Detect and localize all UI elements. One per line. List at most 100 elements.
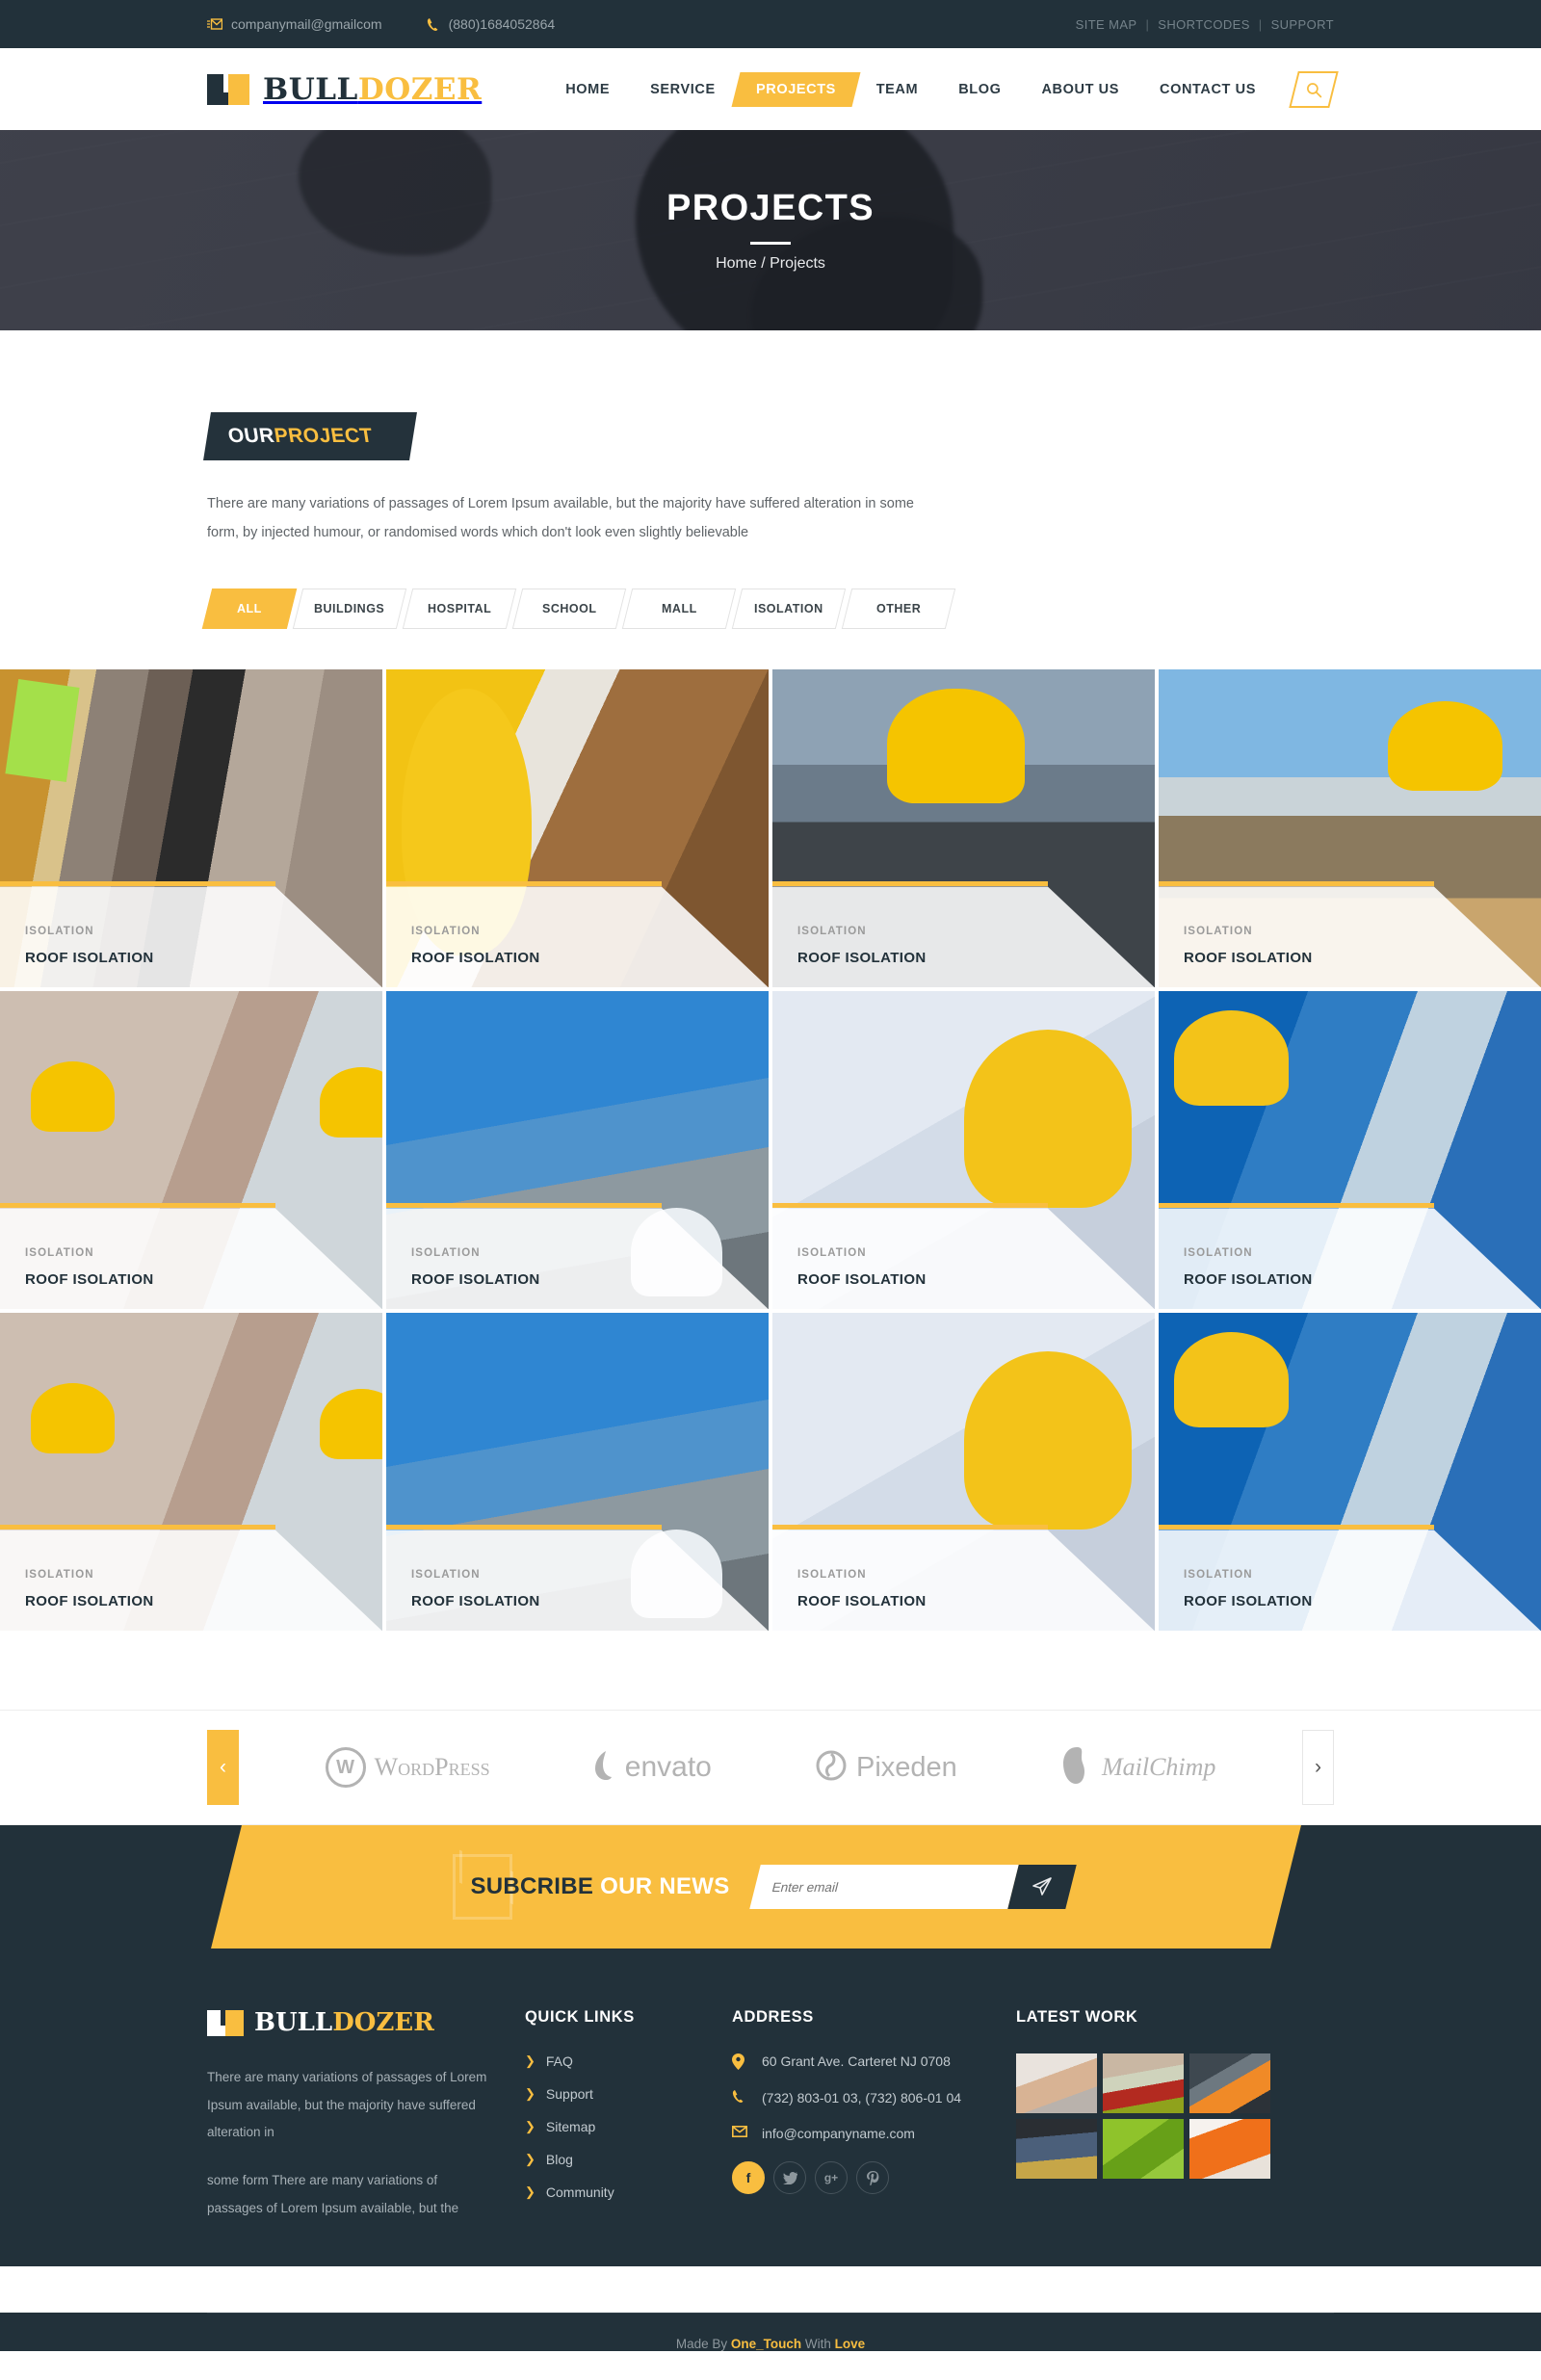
project-card[interactable]: ISOLATION ROOF ISOLATION	[1159, 1313, 1541, 1632]
quick-link-faq[interactable]: FAQ	[546, 2053, 573, 2069]
breadcrumb-home[interactable]: Home	[716, 255, 757, 272]
project-card[interactable]: ISOLATION ROOF ISOLATION	[0, 1313, 382, 1632]
project-card[interactable]: ISOLATION ROOF ISOLATION	[386, 991, 769, 1310]
projects-grid: ISOLATION ROOF ISOLATION ISOLATION ROOF …	[0, 669, 1541, 1632]
filter-isolation[interactable]: ISOLATION	[731, 588, 847, 630]
partners-next-button[interactable]: ›	[1302, 1730, 1334, 1806]
chevron-right-icon: ❯	[525, 2119, 535, 2134]
breadcrumb-current: Projects	[770, 255, 825, 272]
link-support[interactable]: SUPPORT	[1271, 17, 1334, 32]
filter-school[interactable]: SCHOOL	[511, 588, 627, 630]
chevron-right-icon: ❯	[525, 2053, 535, 2069]
project-card[interactable]: ISOLATION ROOF ISOLATION	[0, 991, 382, 1310]
footer-about-column: BULLDOZER There are many variations of p…	[207, 2008, 525, 2222]
map-pin-icon	[732, 2053, 748, 2071]
project-card[interactable]: ISOLATION ROOF ISOLATION	[772, 991, 1155, 1310]
work-thumbnail[interactable]	[1103, 2119, 1184, 2180]
footer-about-paragraph-2: some form There are many variations of p…	[207, 2173, 459, 2215]
work-thumbnail[interactable]	[1016, 2119, 1097, 2180]
quick-link-item[interactable]: ❯ Community	[525, 2184, 732, 2200]
project-card[interactable]: ISOLATION ROOF ISOLATION	[386, 669, 769, 988]
nav-item-blog[interactable]: BLOG	[938, 72, 1021, 107]
email-text: info@companyname.com	[762, 2126, 915, 2142]
project-title: ROOF ISOLATION	[797, 1271, 927, 1289]
main-navigation: HOME SERVICE PROJECTS TEAM BLOG ABOUT US…	[545, 70, 1339, 108]
project-title: ROOF ISOLATION	[25, 1593, 154, 1610]
search-button[interactable]	[1289, 70, 1339, 108]
chevron-right-icon: ❯	[525, 2184, 535, 2200]
top-email[interactable]: companymail@gmailcom	[207, 16, 382, 32]
chevron-right-icon: ❯	[525, 2152, 535, 2167]
project-card[interactable]: ISOLATION ROOF ISOLATION	[772, 669, 1155, 988]
pinterest-icon[interactable]	[856, 2161, 889, 2195]
top-links-group: SITE MAP | SHORTCODES | SUPPORT	[1076, 17, 1334, 32]
nav-item-contact-us[interactable]: CONTACT US	[1139, 72, 1276, 107]
filter-all[interactable]: ALL	[201, 588, 298, 630]
project-card[interactable]: ISOLATION ROOF ISOLATION	[386, 1313, 769, 1632]
nav-item-home[interactable]: HOME	[545, 72, 630, 107]
quick-link-item[interactable]: ❯ FAQ	[525, 2053, 732, 2069]
filter-buildings[interactable]: BUILDINGS	[292, 588, 407, 630]
nav-item-projects[interactable]: PROJECTS	[731, 71, 861, 107]
email-input[interactable]	[748, 1865, 1019, 1910]
credit-brand: One_Touch	[730, 2337, 802, 2352]
quick-link-support[interactable]: Support	[546, 2086, 593, 2102]
quick-link-item[interactable]: ❯ Sitemap	[525, 2119, 732, 2134]
quick-links-heading: QUICK LINKS	[525, 2008, 635, 2027]
project-card[interactable]: ISOLATION ROOF ISOLATION	[772, 1313, 1155, 1632]
nav-item-team[interactable]: TEAM	[856, 72, 938, 107]
top-contact-group: companymail@gmailcom (880)1684052864	[207, 16, 555, 32]
partner-logo-envato[interactable]: envato	[593, 1750, 712, 1786]
partner-logo-wordpress[interactable]: W WordPress	[325, 1747, 490, 1789]
section-heading-first: OUR	[226, 425, 276, 447]
partner-name: WordPress	[374, 1753, 490, 1782]
nav-item-about-us[interactable]: ABOUT US	[1021, 72, 1139, 107]
project-category: ISOLATION	[797, 1569, 867, 1582]
project-card[interactable]: ISOLATION ROOF ISOLATION	[1159, 669, 1541, 988]
project-title: ROOF ISOLATION	[1184, 950, 1313, 967]
project-category: ISOLATION	[797, 1247, 867, 1260]
quick-link-blog[interactable]: Blog	[546, 2152, 573, 2167]
top-phone[interactable]: (880)1684052864	[427, 16, 555, 32]
footer-latest-work-column: LATEST WORK	[1016, 2008, 1334, 2222]
project-title: ROOF ISOLATION	[25, 1271, 154, 1289]
partner-logo-pixeden[interactable]: Pixeden	[815, 1749, 957, 1787]
link-shortcodes[interactable]: SHORTCODES	[1158, 17, 1250, 32]
caption-accent-bar	[772, 1203, 1048, 1209]
phone-row: (732) 803-01 03, (732) 806-01 04	[732, 2090, 1016, 2105]
pixeden-icon	[815, 1749, 848, 1787]
link-separator-2: |	[1258, 16, 1263, 32]
project-card[interactable]: ISOLATION ROOF ISOLATION	[1159, 991, 1541, 1310]
footer-logo[interactable]: BULLDOZER	[207, 2008, 525, 2037]
quick-link-item[interactable]: ❯ Support	[525, 2086, 732, 2102]
newsletter-submit-button[interactable]	[1006, 1865, 1077, 1910]
nav-item-service[interactable]: SERVICE	[630, 72, 736, 107]
caption-accent-bar	[772, 1525, 1048, 1530]
filter-mall[interactable]: MALL	[621, 588, 737, 630]
work-thumbnail[interactable]	[1103, 2053, 1184, 2114]
caption-accent-bar	[0, 881, 275, 887]
project-title: ROOF ISOLATION	[797, 1593, 927, 1610]
work-thumbnail[interactable]	[1016, 2053, 1097, 2114]
partner-logo-mailchimp[interactable]: MailChimp	[1060, 1746, 1215, 1790]
quick-link-community[interactable]: Community	[546, 2184, 614, 2200]
work-thumbnail[interactable]	[1189, 2119, 1270, 2180]
filter-other[interactable]: OTHER	[841, 588, 956, 630]
paper-plane-icon	[1032, 1877, 1052, 1896]
work-thumbnail[interactable]	[1189, 2053, 1270, 2114]
partners-prev-button[interactable]: ‹	[207, 1730, 239, 1806]
twitter-icon[interactable]	[773, 2161, 806, 2195]
link-site-map[interactable]: SITE MAP	[1076, 17, 1137, 32]
top-utility-bar: companymail@gmailcom (880)1684052864 SIT…	[0, 0, 1541, 48]
google-plus-icon[interactable]: g+	[815, 2161, 848, 2195]
project-card[interactable]: ISOLATION ROOF ISOLATION	[0, 669, 382, 988]
quick-link-sitemap[interactable]: Sitemap	[546, 2119, 595, 2134]
quick-link-item[interactable]: ❯ Blog	[525, 2152, 732, 2167]
chevron-right-icon: ›	[1315, 1756, 1321, 1779]
caption-accent-bar	[1159, 1525, 1434, 1530]
facebook-icon[interactable]: f	[732, 2161, 765, 2195]
project-category: ISOLATION	[411, 1247, 481, 1260]
project-category: ISOLATION	[25, 1569, 94, 1582]
filter-hospital[interactable]: HOSPITAL	[402, 588, 517, 630]
site-logo[interactable]: BULLDOZER	[207, 72, 482, 107]
